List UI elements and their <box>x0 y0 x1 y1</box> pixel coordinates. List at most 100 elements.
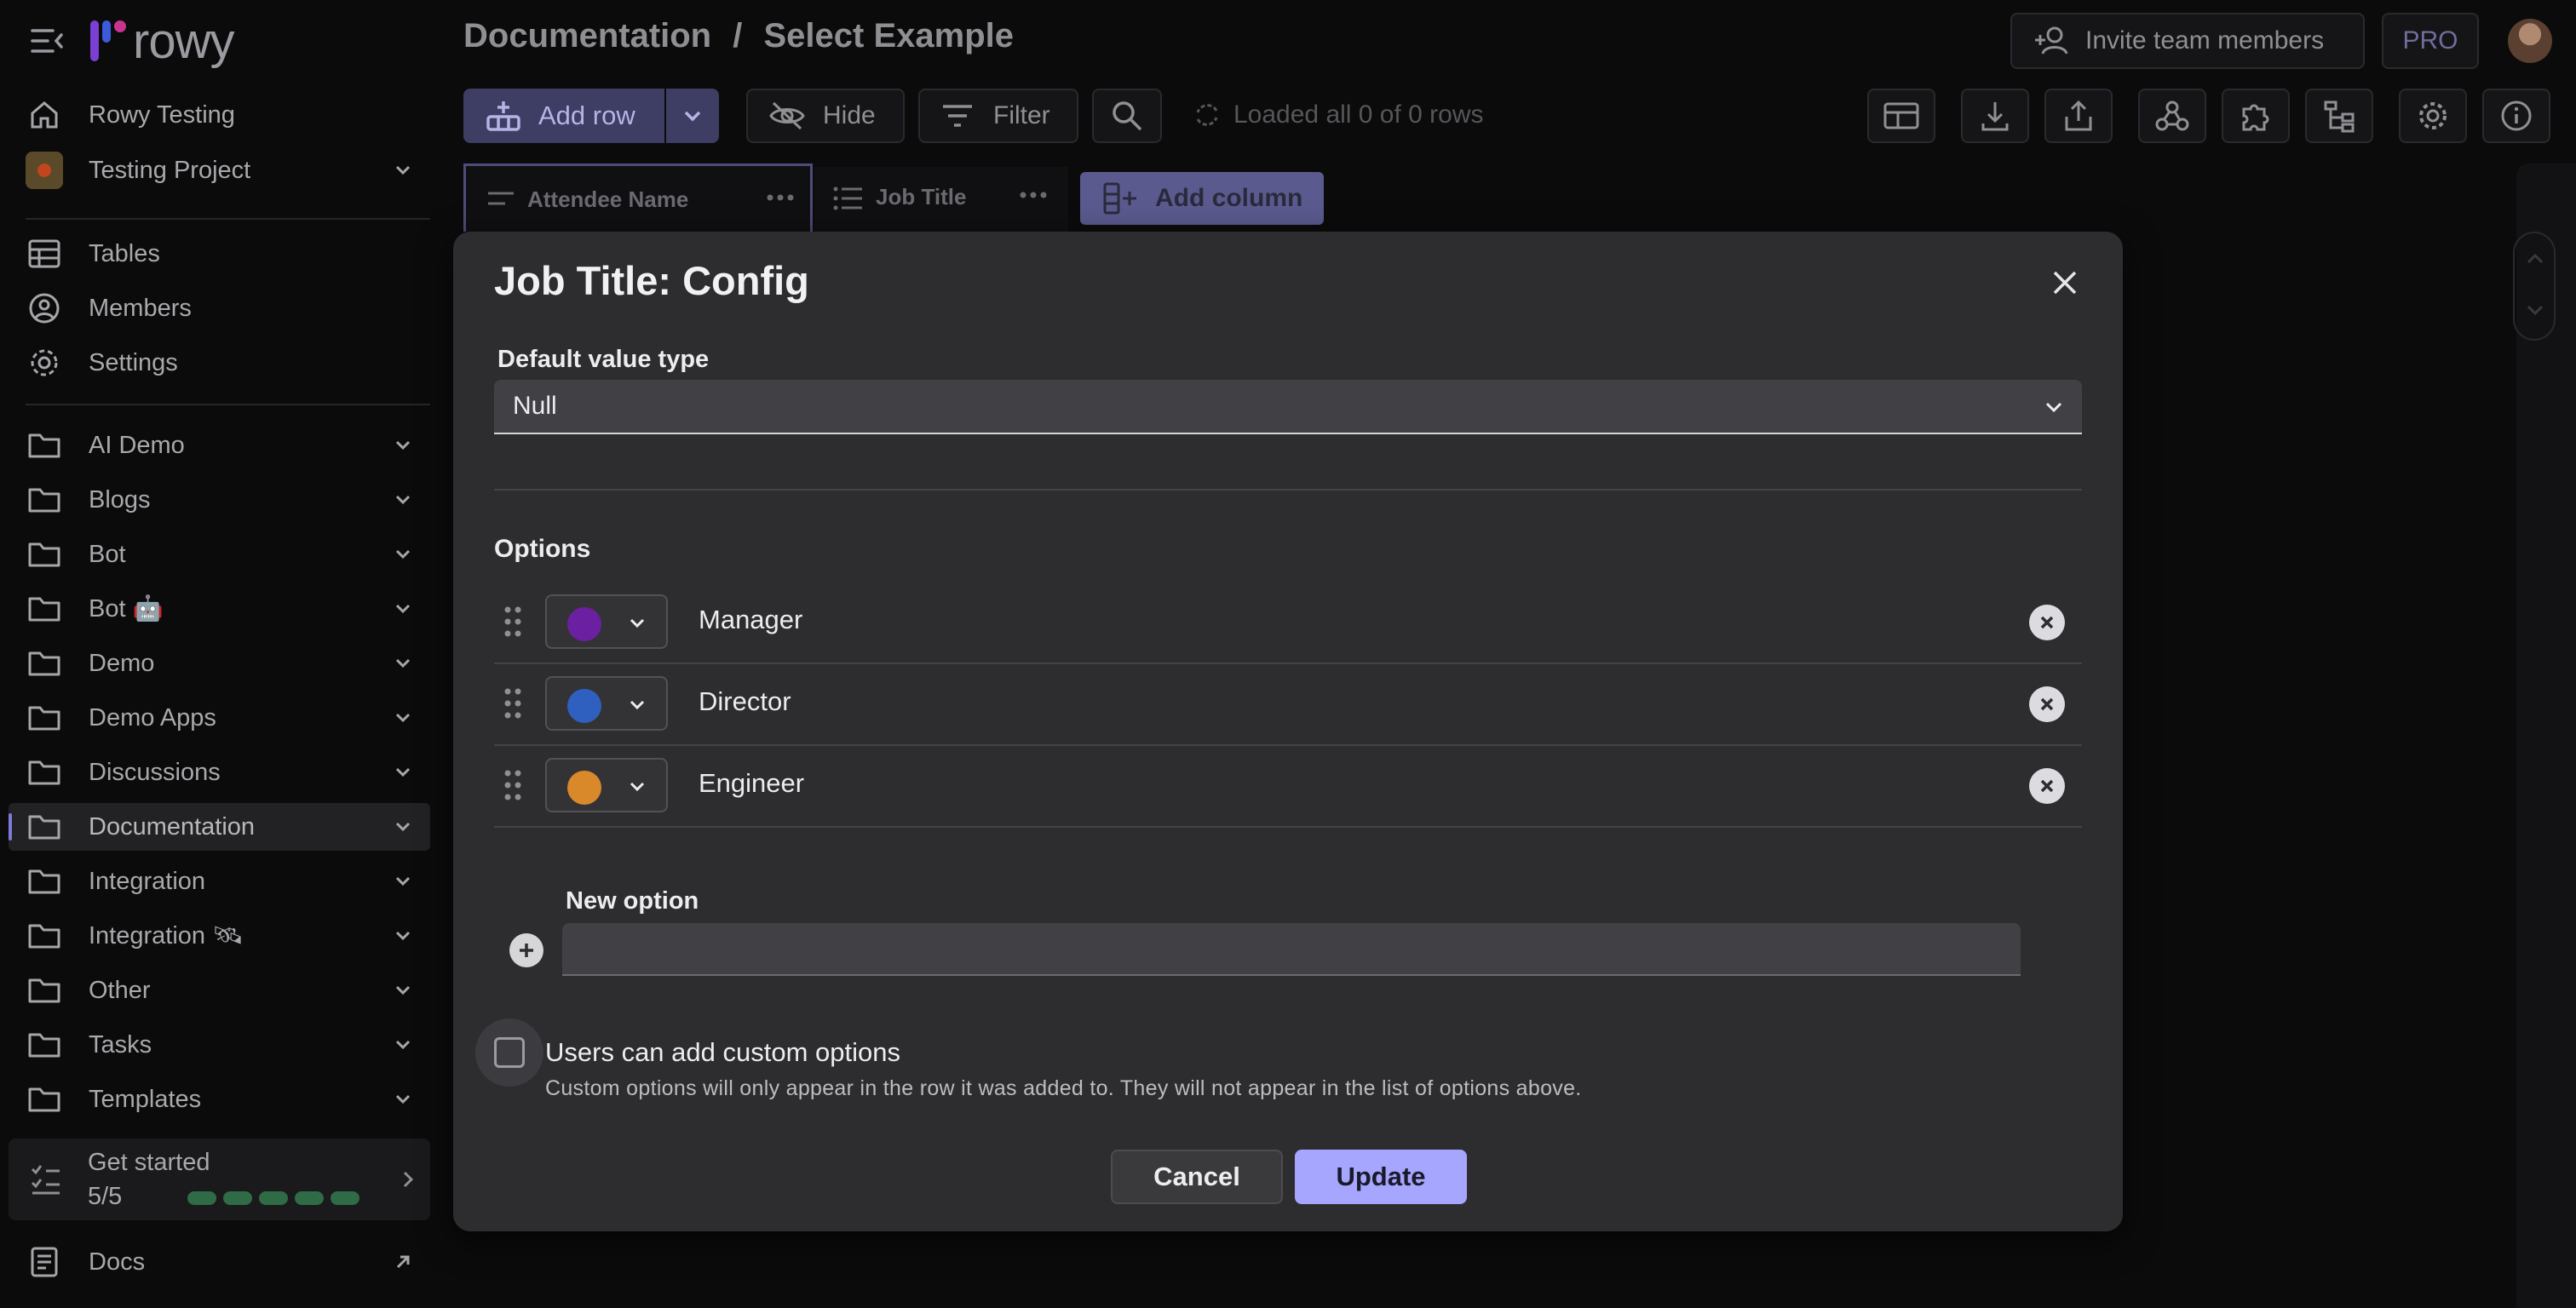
sidebar-folder[interactable]: Documentation <box>9 803 430 851</box>
chevron-down-icon <box>684 111 701 122</box>
drag-handle-icon[interactable] <box>503 605 523 639</box>
more-horizontal-icon[interactable] <box>1019 191 1048 199</box>
workspace-label: Rowy Testing <box>89 100 235 129</box>
chevron-up-icon[interactable] <box>2525 250 2545 267</box>
add-column-button[interactable]: Add column <box>1080 172 1324 225</box>
sidebar-folder-label: Bot 🤖 <box>89 595 164 622</box>
option-label[interactable]: Director <box>699 686 791 717</box>
custom-options-checkbox[interactable] <box>494 1037 525 1068</box>
menu-collapse-icon[interactable] <box>29 26 66 56</box>
sidebar-item-docs[interactable]: Docs <box>26 1238 430 1286</box>
rowy-logo[interactable]: rowy <box>85 13 234 69</box>
webhooks-button[interactable] <box>2138 89 2206 143</box>
folder-icon <box>26 754 63 791</box>
custom-options-help: Custom options will only appear in the r… <box>545 1076 1582 1100</box>
logo-text: rowy <box>133 13 234 69</box>
sidebar-folder[interactable]: Other <box>26 967 430 1014</box>
remove-option-button[interactable] <box>2029 686 2065 722</box>
sidebar-item-settings[interactable]: Settings <box>26 339 430 387</box>
pro-badge[interactable]: PRO <box>2382 13 2479 69</box>
table-view-icon <box>1883 102 1919 129</box>
column-header-job-title[interactable]: Job Title <box>814 167 1068 232</box>
sidebar-folder[interactable]: Discussions <box>26 749 430 796</box>
sidebar-folder[interactable]: AI Demo <box>26 422 430 469</box>
sidebar-folder-label: Integration 🛰 <box>89 922 244 949</box>
close-button[interactable] <box>2048 266 2082 300</box>
extensions-button[interactable] <box>2222 89 2290 143</box>
sidebar-folder-label: Other <box>89 976 151 1004</box>
sidebar-workspace[interactable]: Rowy Testing <box>26 91 430 139</box>
import-button[interactable] <box>1961 89 2029 143</box>
column-config-dialog: Job Title: Config Default value type Nul… <box>453 232 2123 1231</box>
color-picker-button[interactable] <box>545 594 668 649</box>
sidebar-project-selector[interactable]: Testing Project <box>26 146 430 194</box>
breadcrumb-section[interactable]: Documentation <box>463 17 711 54</box>
sidebar-folder[interactable]: Integration <box>26 858 430 905</box>
add-row-button[interactable]: Add row <box>463 89 664 143</box>
sidebar-folder-label: Tasks <box>89 1030 152 1058</box>
sidebar-folder[interactable]: Bot <box>26 531 430 578</box>
custom-options-checkbox-area[interactable] <box>475 1018 543 1087</box>
sidebar-folder[interactable]: Blogs <box>26 476 430 524</box>
members-icon <box>26 290 63 327</box>
sidebar-folder[interactable]: Integration 🛰 <box>26 912 430 960</box>
color-picker-button[interactable] <box>545 676 668 731</box>
sidebar-folder[interactable]: Bot 🤖 <box>26 585 430 633</box>
default-value-type-select[interactable]: Null <box>494 380 2082 434</box>
chevron-down-icon[interactable] <box>2525 301 2545 318</box>
remove-option-button[interactable] <box>2029 768 2065 804</box>
connectors-button[interactable] <box>2305 89 2373 143</box>
table-view-button[interactable] <box>1867 89 1935 143</box>
sidebar-folder[interactable]: Tasks <box>26 1021 430 1069</box>
rowy-logo-icon <box>90 20 126 61</box>
project-label: Testing Project <box>89 156 251 184</box>
sidebar-item-tables[interactable]: Tables <box>26 230 430 278</box>
option-label[interactable]: Manager <box>699 605 802 635</box>
breadcrumb-separator: / <box>733 17 743 54</box>
hide-button[interactable]: Hide <box>746 89 905 143</box>
sidebar-folder-label: Discussions <box>89 758 221 786</box>
filter-button[interactable]: Filter <box>918 89 1078 143</box>
drag-handle-icon[interactable] <box>503 686 523 720</box>
add-option-button[interactable] <box>509 933 543 967</box>
progress-segment <box>223 1191 252 1205</box>
info-icon <box>2501 100 2532 131</box>
remove-option-button[interactable] <box>2029 605 2065 640</box>
chevron-down-icon <box>395 931 411 941</box>
get-started-card[interactable]: Get started 5/5 <box>9 1139 430 1220</box>
drag-handle-icon[interactable] <box>503 768 523 802</box>
table-info-button[interactable] <box>2482 89 2550 143</box>
sidebar-folder[interactable]: Demo <box>26 640 430 687</box>
column-header-attendee-name[interactable]: Attendee Name <box>463 164 813 232</box>
table-settings-button[interactable] <box>2399 89 2467 143</box>
export-button[interactable] <box>2044 89 2113 143</box>
search-button[interactable] <box>1092 89 1162 143</box>
new-option-input[interactable] <box>562 923 2021 976</box>
add-row-label: Add row <box>538 100 635 130</box>
add-column-icon <box>1103 182 1136 215</box>
invite-team-button[interactable]: Invite team members <box>2010 13 2365 69</box>
add-row-menu-button[interactable] <box>666 89 719 143</box>
folder-icon <box>26 590 63 628</box>
option-label[interactable]: Engineer <box>699 768 804 799</box>
add-row-icon <box>486 101 520 131</box>
add-column-label: Add column <box>1155 184 1303 212</box>
extension-icon <box>2242 104 2269 131</box>
row-nav-control[interactable] <box>2513 232 2556 341</box>
avatar[interactable] <box>2508 19 2552 63</box>
invite-label: Invite team members <box>2085 26 2325 54</box>
sidebar-folder[interactable]: Templates <box>26 1076 430 1123</box>
more-horizontal-icon[interactable] <box>766 193 795 202</box>
option-row: Engineer <box>494 746 2082 828</box>
chevron-down-icon <box>395 440 411 450</box>
progress-segment <box>331 1191 359 1205</box>
get-started-progress-text: 5/5 <box>88 1183 123 1210</box>
app-root: rowy Rowy Testing Testing Project Tables… <box>0 0 2576 1308</box>
sidebar-folder[interactable]: Demo Apps <box>26 694 430 742</box>
update-button[interactable]: Update <box>1295 1150 1467 1204</box>
plus-icon <box>520 944 533 957</box>
color-picker-button[interactable] <box>545 758 668 812</box>
cancel-button[interactable]: Cancel <box>1111 1150 1283 1204</box>
chevron-down-icon <box>395 713 411 723</box>
sidebar-item-members[interactable]: Members <box>26 284 430 332</box>
